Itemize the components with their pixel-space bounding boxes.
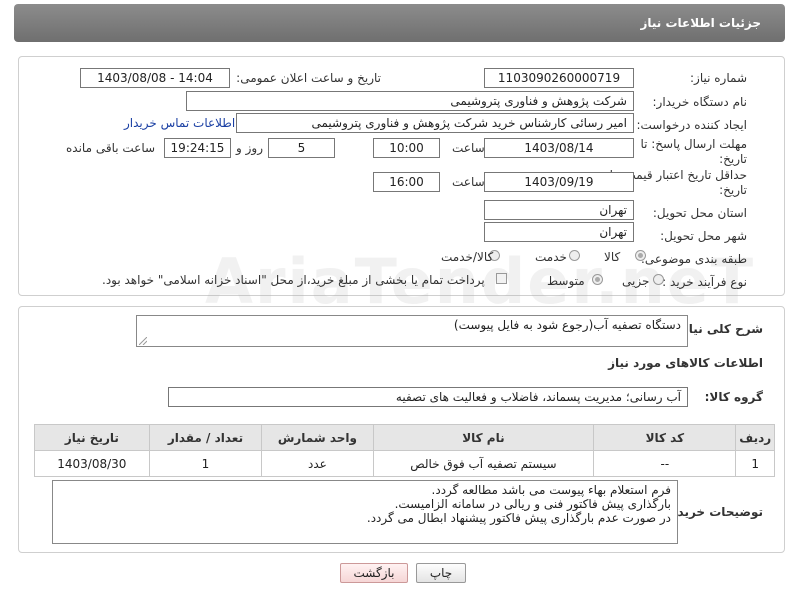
treasury-payment-checkbox[interactable] — [496, 273, 507, 284]
back-button[interactable]: بازگشت — [340, 563, 408, 583]
cell-item-name: سیستم تصفیه آب فوق خالص — [372, 450, 595, 477]
deadline-date-field: 1403/08/14 — [484, 138, 634, 158]
announce-label: تاریخ و ساعت اعلان عمومی: — [236, 71, 381, 85]
category-goods-radio[interactable] — [635, 250, 646, 261]
buyer-note-line: بارگذاری پیش فاکتور فنی و ریالی در سامان… — [394, 497, 671, 511]
cell-quantity: 1 — [148, 450, 263, 477]
cell-item-code: -- — [593, 450, 737, 477]
buyer-org-label: نام دستگاه خریدار: — [652, 95, 748, 109]
buyer-org-field: شرکت پژوهش و فناوری پتروشیمی — [186, 91, 634, 111]
treasury-payment-note: پرداخت تمام یا بخشی از مبلغ خرید،از محل … — [102, 273, 485, 287]
category-label: طبقه بندی موضوعی: — [640, 252, 747, 266]
creator-field: امیر رسائی کارشناس خرید شرکت پژوهش و فنا… — [236, 113, 634, 133]
validity-time-field: 16:00 — [373, 172, 440, 192]
city-field: تهران — [484, 222, 634, 242]
goods-info-title: اطلاعات کالاهای مورد نیاز — [608, 356, 763, 370]
cell-unit: عدد — [261, 450, 374, 477]
category-service-radio[interactable] — [569, 250, 580, 261]
announce-field: 1403/08/08 - 14:04 — [80, 68, 230, 88]
days-label: روز و — [236, 141, 263, 155]
remaining-time-label: ساعت باقی مانده — [66, 141, 156, 155]
need-number-label: شماره نیاز: — [690, 71, 747, 85]
goods-table-header: تاریخ نیاز تعداد / مقدار واحد شمارش نام … — [34, 424, 775, 451]
col-row: ردیف — [735, 424, 775, 451]
process-medium-radio[interactable] — [592, 274, 603, 285]
page-title: جزئیات اطلاعات نیاز — [640, 16, 761, 30]
buyer-notes-textarea[interactable]: فرم استعلام بهاء پیوست می باشد مطالعه گر… — [52, 480, 678, 544]
cell-row: 1 — [735, 450, 775, 477]
category-goods-service-label: کالا/خدمت — [441, 250, 494, 264]
buyer-note-line: فرم استعلام بهاء پیوست می باشد مطالعه گر… — [431, 483, 671, 497]
col-item-code: کد کالا — [593, 424, 737, 451]
col-item-name: نام کالا — [372, 424, 595, 451]
deadline-time-label: ساعت — [452, 141, 485, 155]
days-remaining-field: 5 — [268, 138, 335, 158]
deadline-time-field: 10:00 — [373, 138, 440, 158]
need-number-field: 1103090260000719 — [484, 68, 634, 88]
table-row: 1403/08/30 1 عدد سیستم تصفیه آب فوق خالص… — [34, 450, 775, 477]
province-label: استان محل تحویل: — [652, 206, 747, 220]
resize-grip-icon — [139, 337, 147, 345]
page-title-bar: جزئیات اطلاعات نیاز — [14, 4, 785, 42]
process-medium-label: متوسط — [547, 274, 585, 288]
print-button[interactable]: چاپ — [416, 563, 466, 583]
goods-group-field: آب رسانی؛ مدیریت پسماند، فاضلاب و فعالیت… — [168, 387, 688, 407]
validity-time-label: ساعت — [452, 175, 485, 189]
col-unit: واحد شمارش — [261, 424, 374, 451]
category-goods-label: کالا — [604, 250, 621, 264]
summary-text: دستگاه تصفیه آب(رجوع شود به فایل پیوست) — [453, 318, 681, 332]
process-partial-label: جزیی — [622, 274, 650, 288]
creator-label: ایجاد کننده درخواست: — [636, 118, 747, 132]
summary-textarea[interactable]: دستگاه تصفیه آب(رجوع شود به فایل پیوست) — [136, 315, 688, 347]
category-service-label: خدمت — [535, 250, 567, 264]
province-field: تهران — [484, 200, 634, 220]
col-quantity: تعداد / مقدار — [148, 424, 263, 451]
remaining-time-field: 19:24:15 — [164, 138, 231, 158]
validity-date-field: 1403/09/19 — [484, 172, 634, 192]
goods-group-label: گروه کالا: — [704, 390, 763, 404]
buyer-contact-link[interactable]: اطلاعات تماس خریدار — [124, 116, 235, 130]
buyer-note-line: در صورت عدم بارگذاری پیش فاکتور پیشنهاد … — [366, 511, 671, 525]
process-label: نوع فرآیند خرید : — [662, 275, 747, 289]
cell-need-date: 1403/08/30 — [34, 450, 150, 477]
summary-label: شرح کلی نیاز: — [677, 322, 763, 336]
col-need-date: تاریخ نیاز — [34, 424, 150, 451]
goods-table: تاریخ نیاز تعداد / مقدار واحد شمارش نام … — [34, 424, 775, 477]
city-label: شهر محل تحویل: — [660, 229, 747, 243]
process-partial-radio[interactable] — [653, 274, 664, 285]
deadline-label: مهلت ارسال پاسخ: تا تاریخ: — [640, 137, 747, 166]
